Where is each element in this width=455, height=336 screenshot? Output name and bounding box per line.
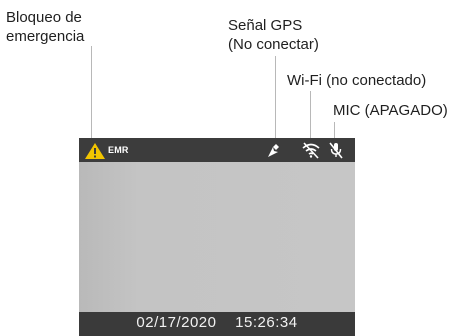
emr-label: EMR (108, 145, 129, 155)
callout-gps-line2: (No conectar) (228, 36, 319, 53)
dashcam-screen: EMR 02/17/2020 15:26:34 (79, 138, 355, 336)
mic-off-icon (329, 142, 343, 159)
leader-line-gps (275, 56, 276, 142)
wifi-off-icon (302, 142, 320, 159)
callout-wifi: Wi-Fi (no conectado) (287, 72, 427, 89)
callout-emergency-lock: Bloqueo de emergencia (6, 8, 84, 46)
time-text: 15:26:34 (235, 314, 298, 331)
warning-triangle-icon (85, 143, 105, 159)
date-text: 02/17/2020 (136, 314, 217, 331)
callout-gps-signal: Señal GPS (No conectar) (228, 16, 319, 54)
callout-emergency-line1: Bloqueo de (6, 9, 82, 26)
camera-view (79, 162, 355, 312)
gps-satellite-icon (268, 144, 279, 157)
status-bar: EMR (79, 138, 355, 162)
callout-emergency-line2: emergencia (6, 28, 85, 45)
datetime-overlay: 02/17/2020 15:26:34 (79, 314, 355, 331)
leader-line-wifi (310, 91, 311, 142)
leader-line-emergency (91, 46, 92, 142)
callout-gps-line1: Señal GPS (228, 17, 303, 34)
callout-mic: MIC (APAGADO) (333, 102, 448, 119)
timestamp-bar: 02/17/2020 15:26:34 (79, 312, 355, 336)
